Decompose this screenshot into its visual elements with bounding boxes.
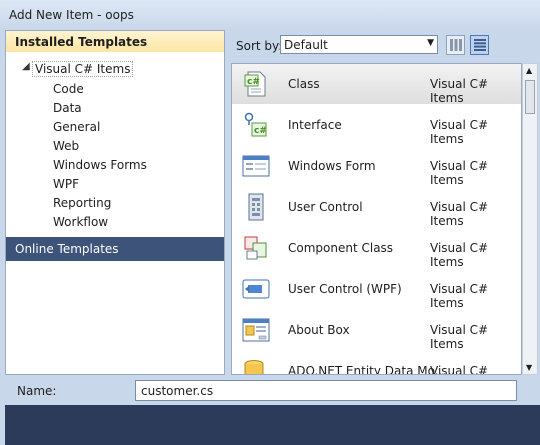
list-item-windows-form[interactable]: Windows Form Visual C# Items [232, 146, 521, 187]
list-item-user-control[interactable]: User Control Visual C# Items [232, 187, 521, 228]
list-item-about-box[interactable]: About Box Visual C# Items [232, 310, 521, 351]
list-item-user-control-wpf[interactable]: User Control (WPF) Visual C# Items [232, 269, 521, 310]
templates-pane: Installed Templates ◢ Visual C# Items Co… [5, 30, 225, 375]
name-input[interactable] [135, 380, 517, 401]
tree-item-data[interactable]: Data [53, 101, 82, 119]
item-list-scrollbar[interactable]: ▲ ▼ [522, 63, 538, 375]
item-type: Visual C# Items [430, 159, 489, 187]
user-control-icon [241, 192, 271, 222]
installed-templates-label: Installed Templates [15, 35, 148, 49]
tree-item-wpf[interactable]: WPF [53, 177, 79, 195]
name-row: Name: [0, 375, 540, 405]
scrollbar-thumb[interactable] [525, 80, 535, 114]
list-item-component-class[interactable]: Component Class Visual C# Items [232, 228, 521, 269]
list-view-icon [474, 39, 486, 51]
item-name: User Control (WPF) [288, 282, 402, 296]
item-type: Visual C# Items [430, 200, 489, 228]
list-item-class[interactable]: c# Class Visual C# Items [232, 64, 521, 105]
tree-item-web[interactable]: Web [53, 139, 79, 157]
sort-by-value: Default [284, 38, 328, 52]
medium-icons-view-icon [450, 39, 462, 51]
tree-item-code[interactable]: Code [53, 82, 84, 100]
item-name: Component Class [288, 241, 394, 255]
scroll-up-arrow-icon[interactable]: ▲ [526, 66, 532, 75]
item-type: Visual C# Items [430, 364, 489, 375]
dialog-footer [5, 405, 540, 445]
tree-item-visual-csharp-items[interactable]: ◢ Visual C# Items [22, 61, 222, 79]
name-label: Name: [17, 384, 57, 398]
item-name: Windows Form [288, 159, 376, 173]
item-name: Interface [288, 118, 342, 132]
svg-text:c#: c# [247, 77, 260, 87]
online-templates-label: Online Templates [15, 242, 119, 256]
item-name: About Box [288, 323, 350, 337]
interface-icon: c# [241, 110, 271, 140]
tree-item-reporting[interactable]: Reporting [53, 196, 111, 214]
list-item-interface[interactable]: c# Interface Visual C# Items [232, 105, 521, 146]
item-list: c# Class Visual C# Items c# Interface Vi… [231, 63, 522, 375]
list-view-button[interactable] [470, 35, 489, 55]
title-bar: Add New Item - oops [0, 0, 540, 30]
tree-item-general[interactable]: General [53, 120, 100, 138]
item-name: User Control [288, 200, 363, 214]
entity-data-model-icon [241, 356, 271, 374]
item-type: Visual C# Items [430, 282, 489, 310]
sort-by-label: Sort by: [236, 39, 283, 53]
sort-toolbar: Sort by: Default ▼ [230, 30, 540, 60]
windows-form-icon [241, 151, 271, 181]
item-type: Visual C# Items [430, 118, 489, 146]
class-icon: c# [241, 69, 271, 99]
svg-text:c#: c# [254, 126, 267, 136]
window-title: Add New Item - oops [9, 8, 134, 22]
tree-root-label: Visual C# Items [32, 61, 134, 77]
item-type: Visual C# Items [430, 77, 489, 105]
component-class-icon [241, 233, 271, 263]
item-type: Visual C# Items [430, 241, 489, 269]
tree-item-workflow[interactable]: Workflow [53, 215, 108, 233]
chevron-down-icon: ▼ [427, 38, 434, 48]
about-box-icon [241, 315, 271, 345]
item-name: Class [288, 77, 320, 91]
item-type: Visual C# Items [430, 323, 489, 351]
dialog-body: Installed Templates ◢ Visual C# Items Co… [0, 30, 540, 445]
list-item-ado-net-entity-data-model[interactable]: ADO.NET Entity Data Mo... Visual C# Item… [232, 351, 521, 375]
sort-by-dropdown[interactable]: Default ▼ [280, 35, 438, 54]
scroll-down-arrow-icon[interactable]: ▼ [526, 363, 532, 372]
installed-templates-header[interactable]: Installed Templates [6, 31, 224, 52]
item-name: ADO.NET Entity Data Mo... [288, 364, 447, 375]
wpf-user-control-icon [241, 274, 271, 304]
medium-icons-view-button[interactable] [446, 35, 465, 55]
expand-arrow-icon[interactable]: ◢ [22, 61, 30, 72]
tree-item-windows-forms[interactable]: Windows Forms [53, 158, 147, 176]
online-templates-header[interactable]: Online Templates [6, 237, 224, 261]
